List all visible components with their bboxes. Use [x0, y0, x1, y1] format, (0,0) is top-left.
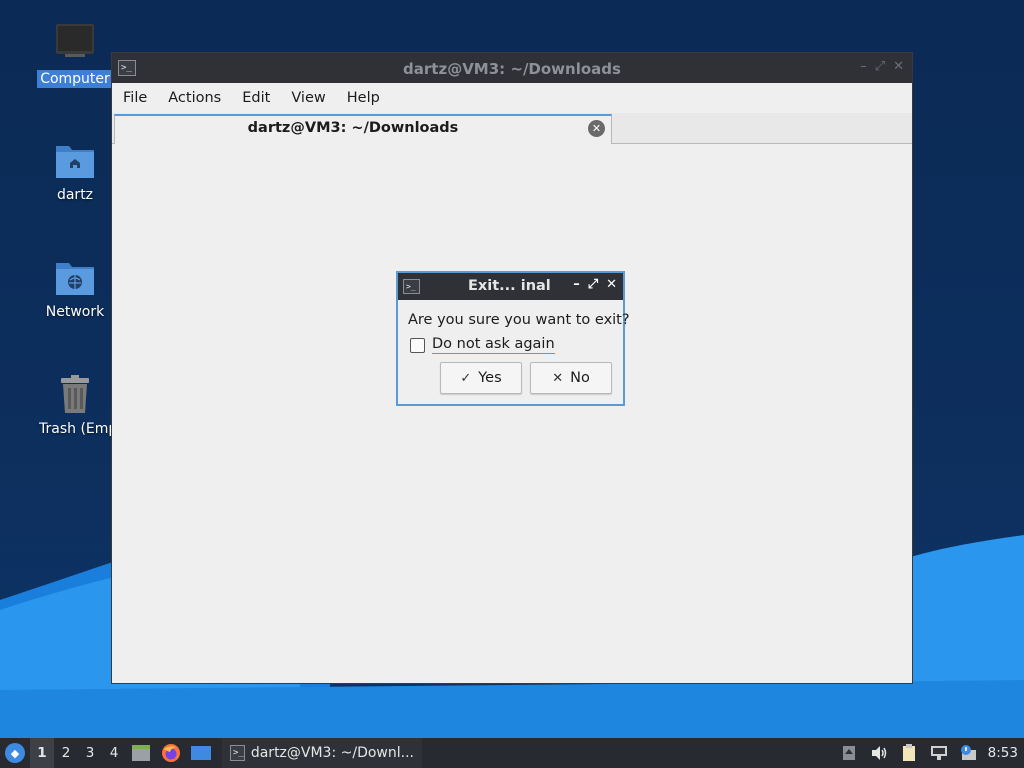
window-title: dartz@VM3: ~/Downloads — [403, 60, 621, 78]
desktop-icon-label: dartz — [56, 187, 94, 203]
maximize-icon[interactable]: ⤢ — [588, 277, 598, 292]
workspace-4[interactable]: 4 — [102, 738, 126, 768]
terminal-icon: >_ — [230, 745, 245, 761]
x-icon: ✕ — [552, 370, 564, 386]
desktop-icon-dartz[interactable]: dartz — [36, 138, 114, 204]
tray-update-icon[interactable] — [834, 738, 864, 768]
taskbar: ◆ 1 2 3 4 >_ dartz@VM3: ~/Downl... 8:53 — [0, 738, 1024, 768]
menubar: File Actions Edit View Help — [112, 83, 912, 113]
desktop-icon-trash[interactable]: Trash (Empt — [36, 372, 123, 438]
terminal-titlebar[interactable]: >_ dartz@VM3: ~/Downloads – ⤢ ✕ — [112, 53, 912, 83]
minimize-icon[interactable]: – — [573, 277, 580, 292]
no-label: No — [570, 370, 590, 386]
desktop-icon-label: Network — [45, 304, 105, 320]
do-not-ask-label[interactable]: Do not ask again — [432, 336, 555, 354]
close-icon[interactable]: ✕ — [893, 59, 904, 74]
tab-close-icon[interactable]: ✕ — [588, 120, 605, 137]
terminal-icon: >_ — [403, 279, 420, 294]
notification-icon[interactable] — [954, 738, 984, 768]
network-folder-icon — [56, 263, 94, 295]
system-tray: 8:53 — [834, 738, 1024, 768]
menu-edit[interactable]: Edit — [242, 90, 281, 106]
file-manager-launcher[interactable] — [126, 738, 156, 768]
workspace-2[interactable]: 2 — [54, 738, 78, 768]
yes-button[interactable]: ✓ Yes — [440, 362, 522, 394]
clipboard-icon[interactable] — [894, 738, 924, 768]
tab-label: dartz@VM3: ~/Downloads — [247, 120, 459, 136]
task-label: dartz@VM3: ~/Downl... — [250, 745, 414, 761]
workspace-1[interactable]: 1 — [30, 738, 54, 768]
start-menu-button[interactable]: ◆ — [0, 738, 30, 768]
taskbar-task-terminal[interactable]: >_ dartz@VM3: ~/Downl... — [222, 738, 422, 768]
menu-help[interactable]: Help — [347, 90, 391, 106]
file-manager-icon — [132, 745, 150, 761]
clock[interactable]: 8:53 — [984, 745, 1024, 761]
menu-actions[interactable]: Actions — [168, 90, 232, 106]
terminal-body[interactable] — [112, 144, 912, 683]
workspace-3[interactable]: 3 — [78, 738, 102, 768]
checkmark-icon: ✓ — [460, 370, 472, 386]
close-icon[interactable]: ✕ — [606, 277, 617, 292]
desktop-icon — [191, 746, 211, 760]
home-folder-icon — [56, 146, 94, 178]
desktop-icon-computer[interactable]: Computer — [36, 22, 114, 88]
desktop-icon-network[interactable]: Network — [36, 255, 114, 321]
dialog-titlebar[interactable]: >_ Exit... inal – ⤢ ✕ — [398, 273, 623, 300]
dialog-title: Exit... inal — [468, 278, 551, 294]
exit-dialog[interactable]: >_ Exit... inal – ⤢ ✕ Are you sure you w… — [396, 271, 630, 406]
desktop-icon-label: Computer — [37, 70, 113, 88]
tab-terminal[interactable]: dartz@VM3: ~/Downloads ✕ — [114, 114, 612, 144]
minimize-icon[interactable]: – — [860, 59, 867, 74]
menu-view[interactable]: View — [291, 90, 336, 106]
yes-label: Yes — [478, 370, 502, 386]
lxqt-logo-icon: ◆ — [5, 743, 25, 763]
no-button[interactable]: ✕ No — [530, 362, 612, 394]
volume-icon[interactable] — [864, 738, 894, 768]
do-not-ask-row[interactable]: Do not ask again — [410, 336, 555, 354]
tab-bar: dartz@VM3: ~/Downloads ✕ — [112, 113, 912, 144]
network-icon[interactable] — [924, 738, 954, 768]
trash-icon — [61, 375, 89, 413]
menu-file[interactable]: File — [123, 90, 158, 106]
monitor-icon — [56, 24, 94, 57]
maximize-icon[interactable]: ⤢ — [875, 59, 885, 74]
show-desktop-button[interactable] — [186, 738, 216, 768]
dialog-question: Are you sure you want to exit? — [408, 312, 630, 328]
firefox-icon — [162, 744, 180, 762]
firefox-launcher[interactable] — [156, 738, 186, 768]
do-not-ask-checkbox[interactable] — [410, 337, 425, 353]
